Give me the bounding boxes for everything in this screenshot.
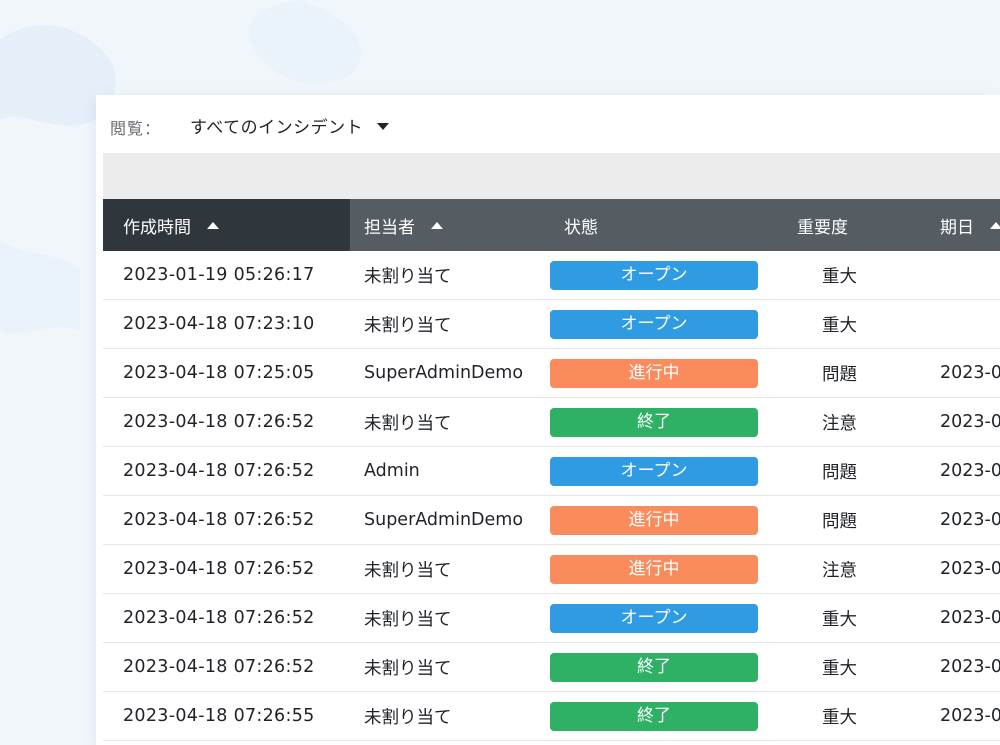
status-badge[interactable]: オープン (550, 603, 758, 633)
chevron-down-icon (377, 123, 390, 130)
due-date-cell: 2023-0 (920, 397, 1000, 447)
created-time-cell: 2023-01-19 05:26:17 (103, 251, 350, 300)
created-time-cell: 2023-04-18 07:25:05 (103, 348, 350, 398)
sort-ascending-icon[interactable] (990, 221, 1000, 229)
severity-cell: 問題 (783, 348, 920, 398)
table-row[interactable]: 2023-04-18 07:26:52 未割り当て 終了 注意 2023-0 (103, 397, 1000, 447)
status-cell: オープン (550, 251, 783, 300)
table-row[interactable]: 2023-04-18 07:23:10 未割り当て オープン 重大 (103, 299, 1000, 349)
view-label: 閲覧： (110, 119, 162, 138)
status-badge[interactable]: 終了 (550, 407, 758, 437)
assignee-cell: 未割り当て (350, 251, 550, 300)
status-badge[interactable]: 進行中 (550, 505, 758, 535)
due-date-cell: 2023-0 (920, 544, 1000, 594)
status-badge[interactable]: オープン (550, 260, 758, 290)
assignee-cell: 未割り当て (350, 642, 550, 692)
status-badge[interactable]: 進行中 (550, 358, 758, 388)
due-date-cell (920, 251, 1000, 300)
table-row[interactable]: 2023-04-18 07:26:52 未割り当て オープン 重大 2023-0 (103, 593, 1000, 643)
table-row[interactable]: 2023-01-19 05:26:17 未割り当て オープン 重大 (103, 251, 1000, 300)
incident-table-body: 2023-01-19 05:26:17 未割り当て オープン 重大 2023-04-18… (103, 251, 1000, 741)
created-time-cell: 2023-04-18 07:26:52 (103, 642, 350, 692)
column-header-label: 状態 (564, 217, 598, 238)
severity-cell: 注意 (783, 544, 920, 594)
status-badge[interactable]: 進行中 (550, 554, 758, 584)
status-badge[interactable]: オープン (550, 309, 758, 339)
table-row[interactable]: 2023-04-18 07:26:55 未割り当て 終了 重大 2023-0 (103, 691, 1000, 741)
due-date-cell (920, 299, 1000, 349)
severity-cell: 注意 (783, 397, 920, 447)
table-row[interactable]: 2023-04-18 07:26:52 未割り当て 終了 重大 2023-0 (103, 642, 1000, 692)
created-time-cell: 2023-04-18 07:26:52 (103, 593, 350, 643)
assignee-cell: 未割り当て (350, 544, 550, 594)
assignee-cell: 未割り当て (350, 593, 550, 643)
view-filter-dropdown[interactable]: すべてのインシデント (190, 113, 390, 138)
due-date-cell: 2023-0 (920, 495, 1000, 545)
assignee-cell: 未割り当て (350, 397, 550, 447)
status-cell: 終了 (550, 642, 783, 692)
table-row[interactable]: 2023-04-18 07:26:52 未割り当て 進行中 注意 2023-0 (103, 544, 1000, 594)
created-time-cell: 2023-04-18 07:26:52 (103, 397, 350, 447)
severity-cell: 重大 (783, 251, 920, 300)
status-cell: 終了 (550, 691, 783, 741)
column-header-label: 作成時間 (123, 217, 191, 238)
status-cell: 進行中 (550, 544, 783, 594)
severity-cell: 問題 (783, 446, 920, 496)
created-time-cell: 2023-04-18 07:26:52 (103, 544, 350, 594)
created-time-cell: 2023-04-18 07:26:55 (103, 691, 350, 741)
table-row[interactable]: 2023-04-18 07:26:52 SuperAdminDemo 進行中 問題 20… (103, 495, 1000, 545)
severity-cell: 重大 (783, 691, 920, 741)
status-cell: オープン (550, 593, 783, 643)
column-header-label: 担当者 (364, 217, 415, 238)
incident-table: 作成時間 担当者 状態 重要度 期日 2023-01-19 05:26:17 未… (103, 199, 1000, 741)
table-row[interactable]: 2023-04-18 07:26:52 Admin オープン 問題 2023-0 (103, 446, 1000, 496)
severity-cell: 重大 (783, 299, 920, 349)
assignee-cell: SuperAdminDemo (350, 348, 550, 398)
column-header-severity: 重要度 (783, 199, 920, 251)
assignee-cell: Admin (350, 446, 550, 496)
table-row[interactable]: 2023-04-18 07:25:05 SuperAdminDemo 進行中 問題 20… (103, 348, 1000, 398)
column-header-due[interactable]: 期日 (920, 199, 1000, 251)
due-date-cell: 2023-0 (920, 593, 1000, 643)
column-header-label: 期日 (940, 217, 974, 238)
due-date-cell: 2023-0 (920, 642, 1000, 692)
severity-cell: 重大 (783, 642, 920, 692)
due-date-cell: 2023-0 (920, 446, 1000, 496)
status-badge[interactable]: 終了 (550, 701, 758, 731)
due-date-cell: 2023-0 (920, 348, 1000, 398)
column-header-assignee[interactable]: 担当者 (350, 199, 550, 251)
column-header-label: 重要度 (797, 217, 848, 238)
status-cell: 終了 (550, 397, 783, 447)
status-badge[interactable]: 終了 (550, 652, 758, 682)
column-header-status: 状態 (550, 199, 783, 251)
assignee-cell: 未割り当て (350, 691, 550, 741)
status-cell: 進行中 (550, 495, 783, 545)
table-toolbar (103, 153, 1000, 199)
severity-cell: 問題 (783, 495, 920, 545)
created-time-cell: 2023-04-18 07:26:52 (103, 495, 350, 545)
status-badge[interactable]: オープン (550, 456, 758, 486)
sort-ascending-icon[interactable] (431, 221, 443, 229)
column-header-created[interactable]: 作成時間 (103, 199, 350, 251)
status-cell: オープン (550, 446, 783, 496)
view-filter-bar: 閲覧： すべてのインシデント (96, 95, 1000, 153)
status-cell: 進行中 (550, 348, 783, 398)
status-cell: オープン (550, 299, 783, 349)
due-date-cell: 2023-0 (920, 691, 1000, 741)
table-header-row: 作成時間 担当者 状態 重要度 期日 (103, 199, 1000, 251)
created-time-cell: 2023-04-18 07:23:10 (103, 299, 350, 349)
severity-cell: 重大 (783, 593, 920, 643)
assignee-cell: SuperAdminDemo (350, 495, 550, 545)
view-filter-value: すべてのインシデント (190, 118, 364, 138)
incident-list-panel: 閲覧： すべてのインシデント 作成時間 担当者 状態 重要度 期日 2023-0… (96, 95, 1000, 745)
sort-ascending-icon[interactable] (207, 221, 219, 229)
created-time-cell: 2023-04-18 07:26:52 (103, 446, 350, 496)
assignee-cell: 未割り当て (350, 299, 550, 349)
